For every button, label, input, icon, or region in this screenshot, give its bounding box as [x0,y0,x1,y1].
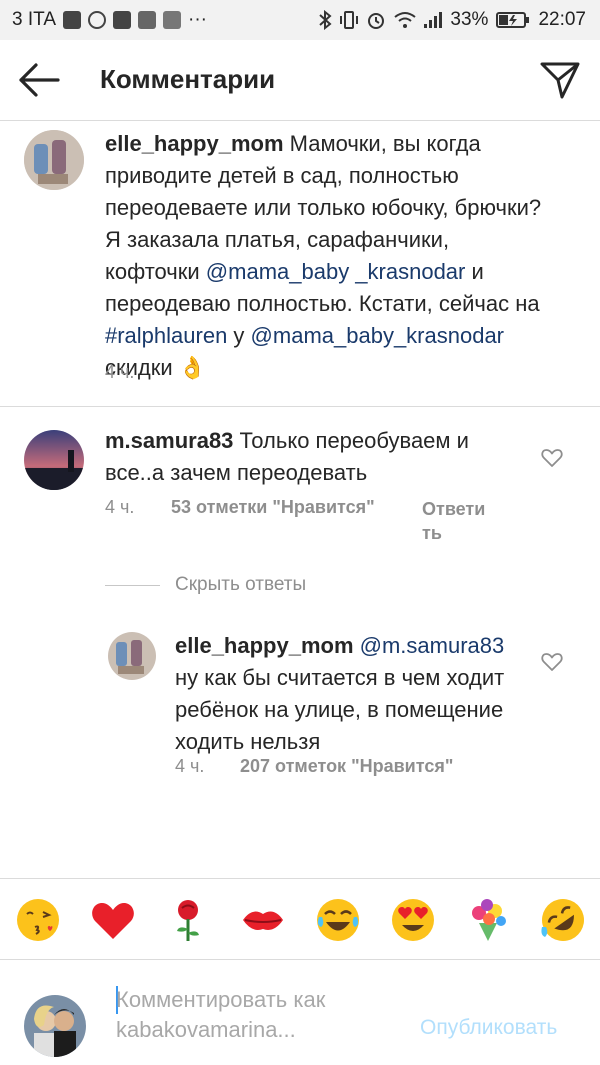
battery-charging-icon [496,12,530,28]
comment-timestamp: 4 ч. [175,756,205,776]
comment-timestamp: 4 ч. [105,362,135,382]
mention-link[interactable]: @m.samura83 [360,633,505,658]
comment-text-part: у [227,323,251,348]
mention-link[interactable]: @mama_baby_krasnodar [251,323,504,348]
caption-divider [0,406,600,407]
like-heart-icon[interactable] [541,652,563,672]
play-store-icon [138,11,156,29]
avatar[interactable] [108,632,156,680]
alarm-icon [368,13,385,29]
battery-percent: 33% [450,9,489,30]
status-bar: 3 ITA ··· 33% 22:07 [0,0,600,40]
wifi-icon [394,12,417,28]
reply-button[interactable]: Ответи ть [422,497,497,545]
more-notifications-icon: ··· [188,9,207,30]
direct-send-icon[interactable] [540,60,580,100]
emoji-bar [0,878,600,960]
avatar-sunset-icon [24,430,84,490]
likes-count[interactable]: 207 отметок "Нравится" [240,756,453,777]
comment-timestamp: 4 ч. [105,497,135,517]
rose-emoji[interactable] [165,897,211,943]
comment-1-text: elle_happy_mom Мамочки, вы когда приводи… [105,128,545,384]
red-heart-emoji[interactable] [90,897,136,943]
reply-text: elle_happy_mom @m.samura83 ну как бы счи… [175,630,525,758]
avatar[interactable] [24,430,84,490]
notification-icon [163,11,181,29]
replies-line [105,585,160,586]
header: Комментарии [0,40,600,120]
instagram-icon [88,11,106,29]
bluetooth-icon [319,10,332,30]
carrier-label: 3 ITA [12,9,56,30]
header-divider [0,120,600,121]
comment-username[interactable]: elle_happy_mom [105,131,284,156]
comment-username[interactable]: elle_happy_mom [175,633,354,658]
tears-of-joy-emoji[interactable] [315,897,361,943]
publish-button[interactable]: Опубликовать [420,1016,557,1040]
app-notification-icon [63,11,81,29]
kissing-face-emoji[interactable] [15,897,61,943]
comment-body: ну как бы считается в чем ходит ребёнок … [175,665,505,754]
hide-replies-button[interactable]: Скрыть ответы [175,574,306,596]
avatar-photo-icon [108,632,156,680]
comment-username[interactable]: m.samura83 [105,428,233,453]
signal-icon [424,12,443,28]
kiss-mark-emoji[interactable] [240,897,286,943]
page-title: Комментарии [100,64,276,94]
hashtag-link[interactable]: #ralphlauren [105,323,227,348]
likes-count[interactable]: 53 отметки "Нравится" [171,497,375,518]
avatar[interactable] [24,130,84,190]
mention-link[interactable]: @mama_baby _krasnodar [206,259,466,284]
clock: 22:07 [538,9,586,30]
like-heart-icon[interactable] [541,448,563,468]
user-avatar [24,995,86,1057]
facebook-icon [113,11,131,29]
comment-2-text: m.samura83 Только переобуваем и все..а з… [105,425,515,489]
rolling-on-floor-laughing-emoji[interactable] [540,897,586,943]
avatar-photo-icon [24,130,84,190]
user-avatar-photo-icon [24,995,86,1057]
heart-eyes-emoji[interactable] [390,897,436,943]
comment-input[interactable]: Комментировать как kabakovamarina... [116,985,406,1045]
vibrate-icon [340,11,359,29]
bouquet-emoji[interactable] [465,897,511,943]
back-arrow-icon[interactable] [18,62,60,98]
